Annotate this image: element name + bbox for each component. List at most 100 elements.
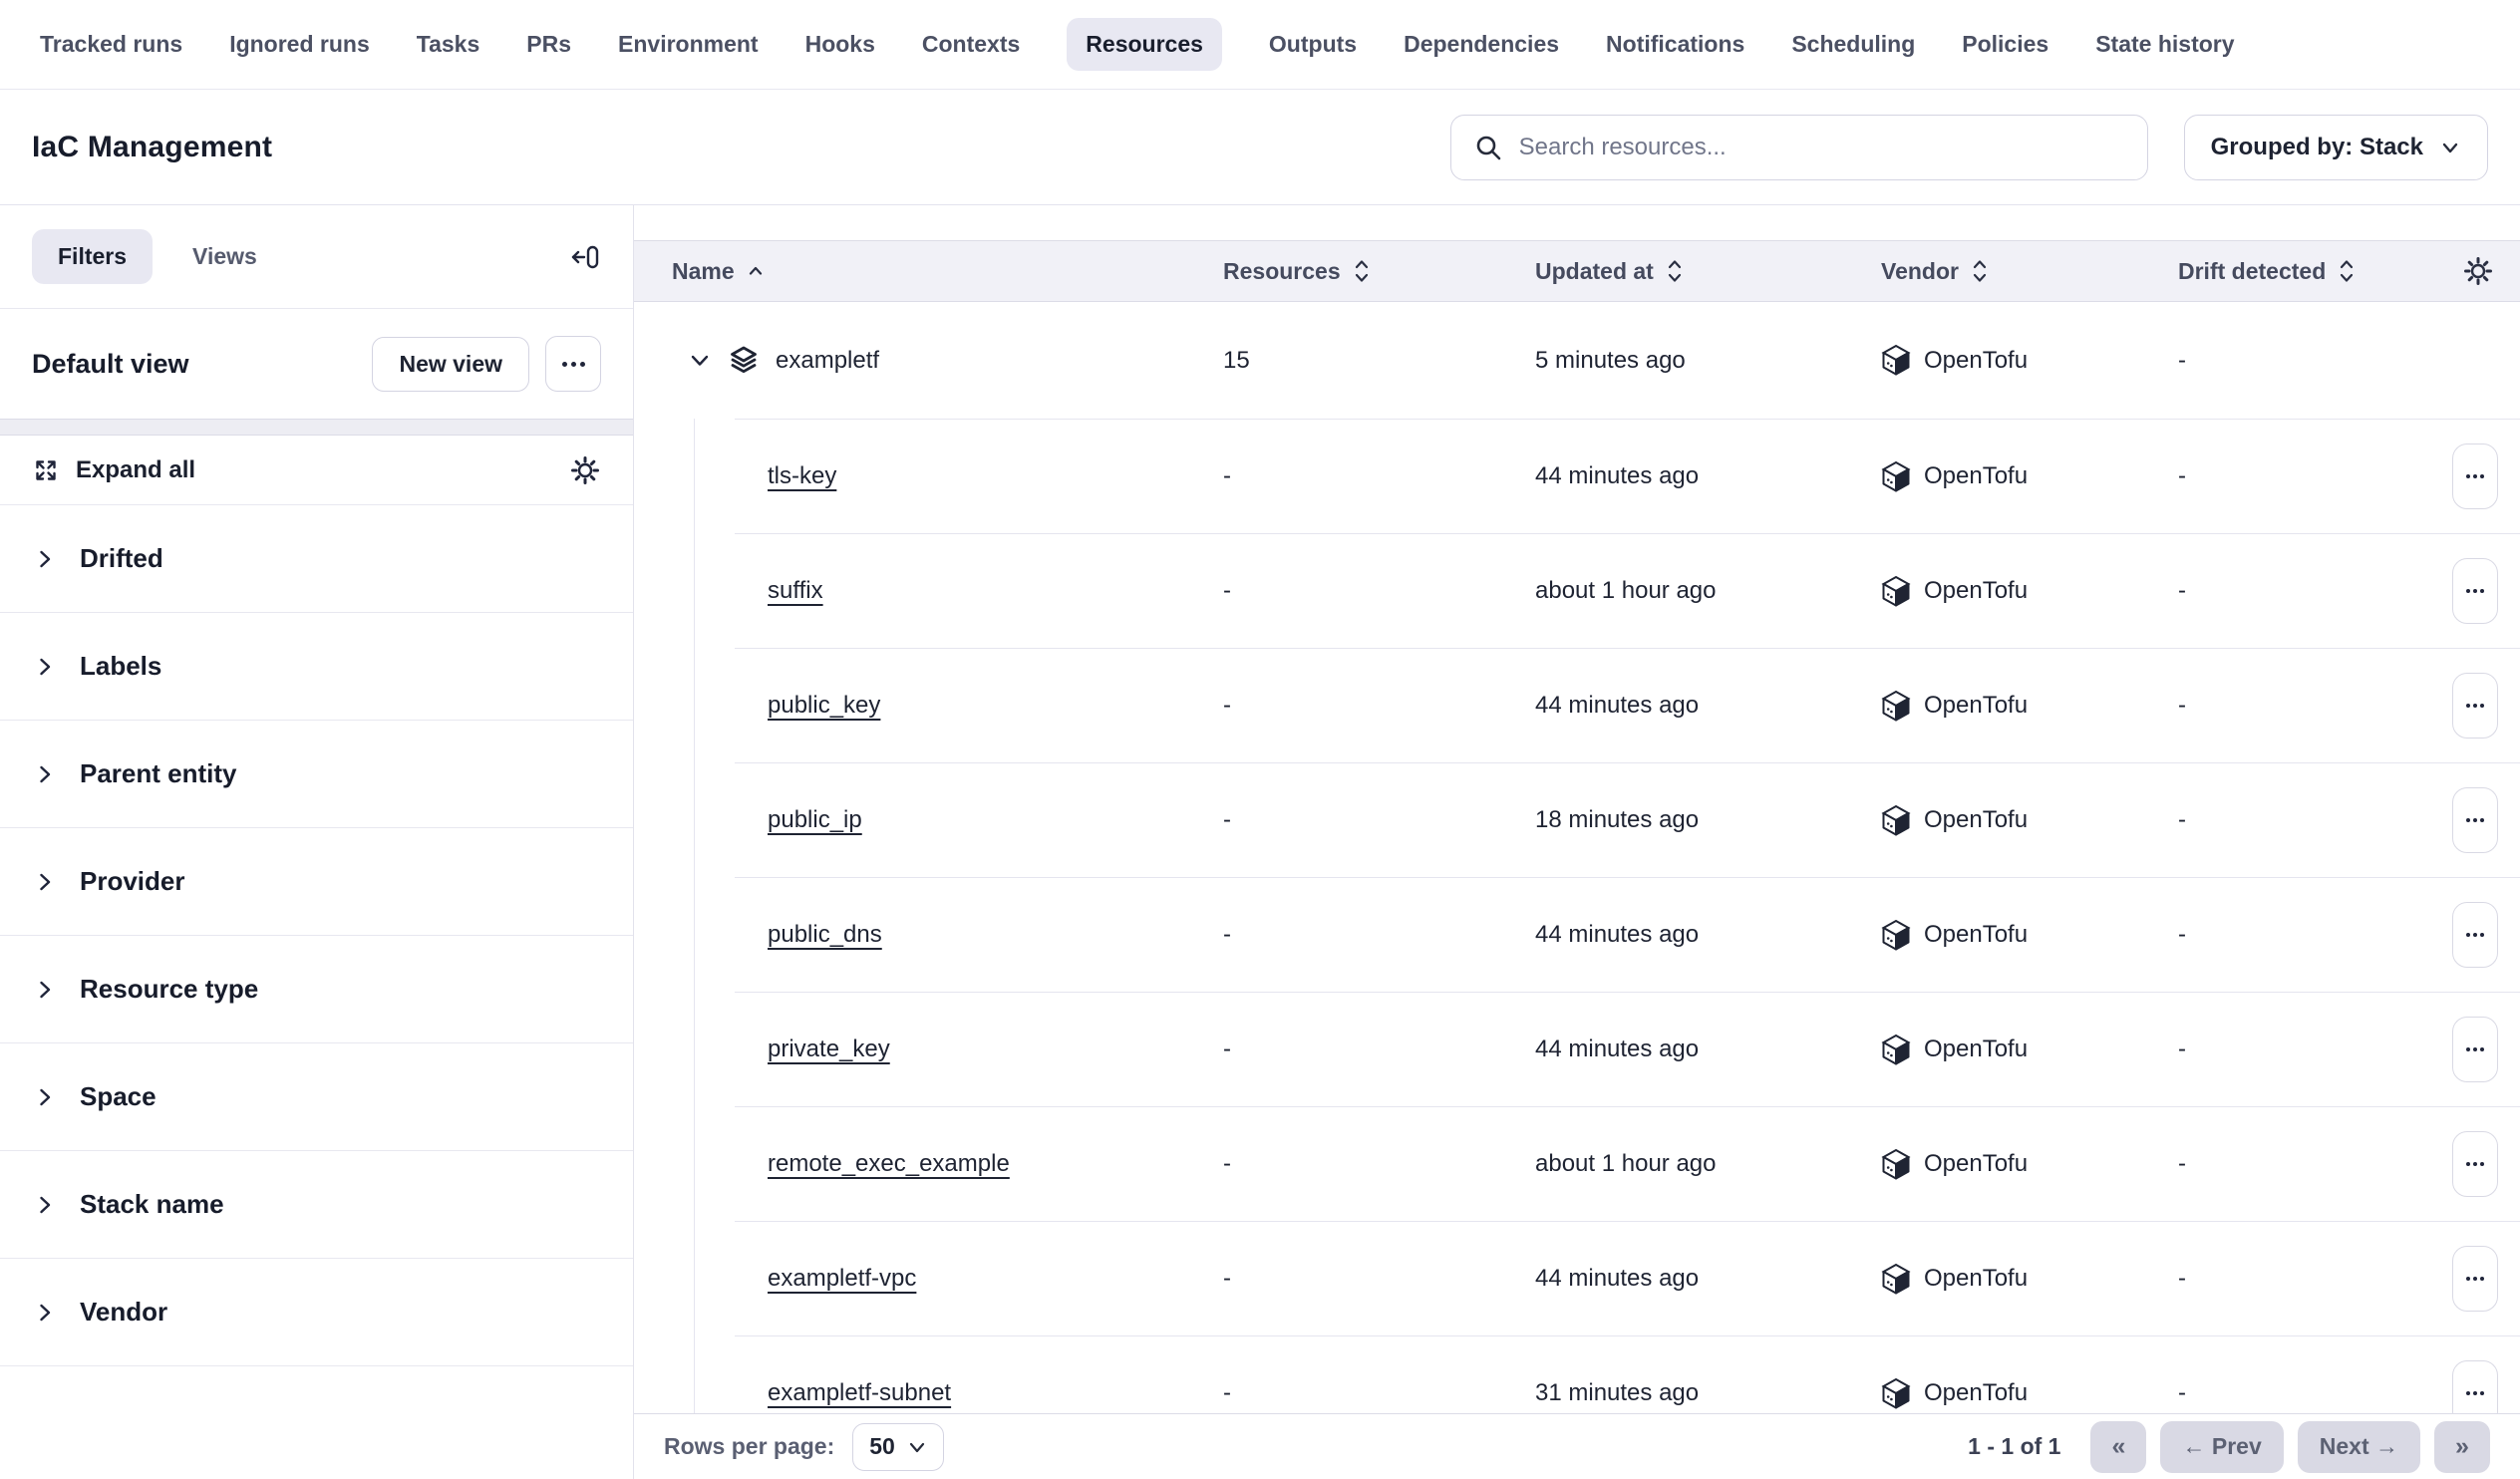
filter-section-parent-entity[interactable]: Parent entity (0, 721, 633, 828)
prev-page-button[interactable]: ← Prev (2160, 1421, 2283, 1473)
filter-settings-button[interactable] (569, 454, 601, 486)
updated-at: 18 minutes ago (1535, 806, 1881, 834)
resource-link[interactable]: public_ip (768, 806, 862, 834)
nav-tab-scheduling[interactable]: Scheduling (1791, 18, 1915, 71)
filter-section-label: Parent entity (80, 758, 237, 789)
filter-section-labels[interactable]: Labels (0, 613, 633, 721)
last-page-button[interactable]: » (2434, 1421, 2490, 1473)
filter-section-label: Vendor (80, 1297, 167, 1328)
nav-tab-contexts[interactable]: Contexts (922, 18, 1020, 71)
expand-all-button[interactable]: Expand all (76, 456, 195, 484)
vendor-label: OpenTofu (1924, 806, 2028, 834)
resource-row-exampletf-subnet: exampletf-subnet-31 minutes agoOpenTofu- (634, 1336, 2520, 1413)
chevron-right-icon (34, 979, 56, 1001)
chevron-down-icon[interactable] (688, 349, 712, 373)
filter-section-label: Provider (80, 866, 185, 897)
vendor-label: OpenTofu (1924, 1265, 2028, 1293)
column-header-vendor[interactable]: Vendor (1881, 258, 2178, 285)
column-header-resources[interactable]: Resources (1223, 258, 1535, 285)
resource-link[interactable]: private_key (768, 1035, 890, 1063)
sort-icon (1666, 258, 1684, 284)
row-menu-button[interactable] (2452, 558, 2498, 624)
table-body: exampletf 15 5 minutes ago OpenTofu - tl… (634, 302, 2520, 1413)
collapse-panel-icon (569, 243, 601, 271)
nav-tab-ignored-runs[interactable]: Ignored runs (229, 18, 370, 71)
filter-section-drifted[interactable]: Drifted (0, 505, 633, 613)
updated-at: 44 minutes ago (1535, 462, 1881, 490)
gear-icon (569, 454, 601, 486)
opentofu-icon (1881, 1148, 1911, 1181)
collapse-sidebar-button[interactable] (569, 243, 601, 271)
ellipsis-icon (2466, 1277, 2470, 1281)
filter-section-stack-name[interactable]: Stack name (0, 1151, 633, 1259)
opentofu-icon (1881, 919, 1911, 952)
chevron-down-icon (2439, 137, 2461, 158)
stack-name[interactable]: exampletf (776, 347, 879, 375)
column-header-drift-detected[interactable]: Drift detected (2178, 258, 2452, 285)
resource-link[interactable]: public_key (768, 692, 880, 720)
resource-link[interactable]: public_dns (768, 921, 882, 949)
resource-link[interactable]: suffix (768, 577, 823, 605)
updated-at: 44 minutes ago (1535, 1265, 1881, 1293)
nav-tab-policies[interactable]: Policies (1962, 18, 2048, 71)
row-menu-button[interactable] (2452, 1131, 2498, 1197)
row-menu-button[interactable] (2452, 1360, 2498, 1413)
chevron-right-icon (34, 656, 56, 678)
resource-link[interactable]: tls-key (768, 462, 836, 490)
grouped-by-label: Grouped by: Stack (2211, 134, 2423, 161)
column-header-name[interactable]: Name (634, 258, 1223, 285)
filter-section-vendor[interactable]: Vendor (0, 1259, 633, 1366)
column-header-updated-at[interactable]: Updated at (1535, 258, 1881, 285)
first-page-button[interactable]: « (2090, 1421, 2146, 1473)
nav-tab-dependencies[interactable]: Dependencies (1404, 18, 1559, 71)
nav-tab-resources[interactable]: Resources (1067, 18, 1222, 71)
sort-icon (1353, 258, 1371, 284)
search-input[interactable]: Search resources... (1450, 115, 2148, 180)
resource-row-exampletf-vpc: exampletf-vpc-44 minutes agoOpenTofu- (634, 1222, 2520, 1335)
drift-value: - (2178, 806, 2452, 834)
opentofu-icon (1881, 460, 1911, 493)
expand-all-row: Expand all (0, 436, 633, 505)
page-title: IaC Management (32, 131, 272, 164)
nav-tab-prs[interactable]: PRs (526, 18, 571, 71)
default-view-row: Default view New view (0, 309, 633, 419)
updated-at: 44 minutes ago (1535, 921, 1881, 949)
nav-tab-tasks[interactable]: Tasks (417, 18, 480, 71)
filter-section-label: Stack name (80, 1189, 224, 1220)
nav-tab-state-history[interactable]: State history (2095, 18, 2234, 71)
filter-section-space[interactable]: Space (0, 1043, 633, 1151)
updated-at: 44 minutes ago (1535, 692, 1881, 720)
resource-link[interactable]: exampletf-vpc (768, 1265, 916, 1293)
filter-section-provider[interactable]: Provider (0, 828, 633, 936)
row-menu-button[interactable] (2452, 673, 2498, 739)
row-menu-button[interactable] (2452, 1246, 2498, 1312)
resources-count: - (1223, 1150, 1535, 1178)
vendor-label: OpenTofu (1924, 1150, 2028, 1178)
row-menu-button[interactable] (2452, 902, 2498, 968)
grouped-by-dropdown[interactable]: Grouped by: Stack (2184, 115, 2488, 180)
nav-tab-hooks[interactable]: Hooks (805, 18, 875, 71)
table-settings-button[interactable] (2462, 255, 2494, 287)
nav-tab-outputs[interactable]: Outputs (1269, 18, 1357, 71)
nav-tab-tracked-runs[interactable]: Tracked runs (40, 18, 182, 71)
tab-filters[interactable]: Filters (32, 229, 153, 284)
opentofu-icon (1881, 1377, 1911, 1410)
chevron-right-icon (34, 1302, 56, 1324)
sort-icon (1971, 258, 1989, 284)
search-icon (1473, 133, 1503, 162)
row-menu-button[interactable] (2452, 444, 2498, 509)
nav-tab-notifications[interactable]: Notifications (1606, 18, 1744, 71)
next-page-button[interactable]: Next → (2298, 1421, 2420, 1473)
nav-tab-environment[interactable]: Environment (618, 18, 759, 71)
tab-views[interactable]: Views (166, 229, 283, 284)
stack-row-exampletf[interactable]: exampletf 15 5 minutes ago OpenTofu - (634, 302, 2520, 419)
rows-per-page-select[interactable]: 50 (852, 1423, 944, 1471)
resource-link[interactable]: exampletf-subnet (768, 1379, 951, 1407)
row-menu-button[interactable] (2452, 787, 2498, 853)
filter-section-label: Space (80, 1081, 157, 1112)
row-menu-button[interactable] (2452, 1017, 2498, 1082)
resource-link[interactable]: remote_exec_example (768, 1150, 1010, 1178)
new-view-button[interactable]: New view (372, 337, 529, 392)
view-options-button[interactable] (545, 336, 601, 392)
filter-section-resource-type[interactable]: Resource type (0, 936, 633, 1043)
